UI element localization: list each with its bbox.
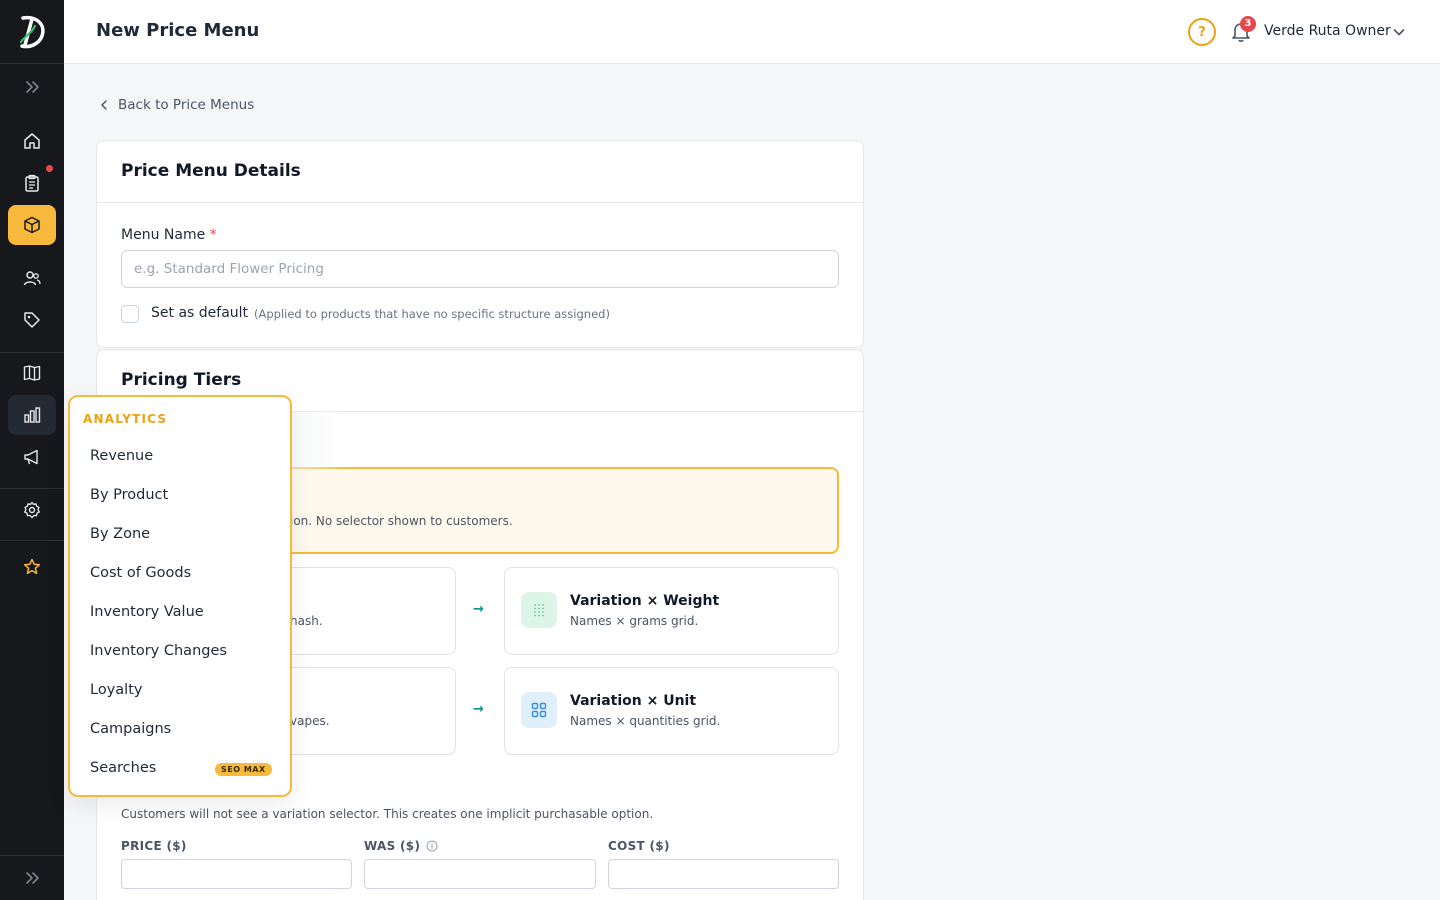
star-icon xyxy=(23,558,41,575)
tier-option-title: Variation × Unit xyxy=(570,693,697,709)
back-link-label: Back to Price Menus xyxy=(118,97,255,113)
users-icon xyxy=(23,271,41,286)
grid-squares-icon xyxy=(521,692,557,728)
menu-name-input[interactable] xyxy=(121,250,839,288)
book-icon xyxy=(23,365,41,381)
popover-shadow xyxy=(291,411,351,471)
menu-name-label: Menu Name * xyxy=(121,227,217,243)
gear-icon xyxy=(24,501,40,519)
sidebar-item-products[interactable] xyxy=(8,205,56,245)
was-label: WAS ($) xyxy=(364,839,438,853)
sidebar-item-discounts[interactable] xyxy=(8,300,56,340)
card-title: Pricing Tiers xyxy=(121,370,242,390)
analytics-flyout-menu: ANALYTICS Revenue By Product By Zone Cos… xyxy=(68,395,292,797)
sidebar-item-catalog[interactable] xyxy=(8,353,56,393)
clipboard-icon xyxy=(25,174,39,192)
sidebar-item-favorites[interactable] xyxy=(8,547,56,587)
analytics-menu-item-searches[interactable]: Searches xyxy=(90,760,156,776)
tier-option-desc: Names × quantities grid. xyxy=(570,714,721,728)
app-logo[interactable] xyxy=(16,14,48,50)
sidebar-divider xyxy=(0,63,64,64)
seo-max-badge: SEO MAX xyxy=(215,763,272,776)
notification-count-badge: 3 xyxy=(1240,16,1256,32)
card-title: Price Menu Details xyxy=(121,161,301,181)
arrow-right-icon: → xyxy=(473,702,484,717)
card-divider xyxy=(97,202,863,203)
tier-option-desc: Names × grams grid. xyxy=(570,614,699,628)
tier-option-desc: hash. xyxy=(290,614,323,628)
price-label: PRICE ($) xyxy=(121,839,187,853)
analytics-menu-item-inventory-value[interactable]: Inventory Value xyxy=(90,604,204,620)
sidebar-item-settings[interactable] xyxy=(8,490,56,530)
tag-icon xyxy=(24,312,40,328)
analytics-menu-item-revenue[interactable]: Revenue xyxy=(90,448,153,464)
sidebar-item-home[interactable] xyxy=(8,121,56,161)
set-as-default-hint: (Applied to products that have no specif… xyxy=(254,307,610,321)
was-price-input[interactable] xyxy=(364,859,596,889)
analytics-menu-item-cost-of-goods[interactable]: Cost of Goods xyxy=(90,565,191,581)
box-icon xyxy=(24,216,40,234)
megaphone-icon xyxy=(24,449,38,465)
chevron-left-icon xyxy=(101,100,107,110)
sidebar-divider xyxy=(0,540,64,541)
analytics-menu-item-by-zone[interactable]: By Zone xyxy=(90,526,150,542)
expand-sidebar-icon[interactable] xyxy=(22,77,42,97)
arrow-right-icon: → xyxy=(473,602,484,617)
sidebar-divider xyxy=(0,488,64,489)
set-as-default-label[interactable]: Set as default xyxy=(151,305,248,321)
page-title: New Price Menu xyxy=(96,20,260,41)
info-icon[interactable] xyxy=(426,840,438,852)
set-as-default-checkbox[interactable] xyxy=(121,305,139,323)
question-icon: ? xyxy=(1198,24,1206,40)
help-button[interactable]: ? xyxy=(1188,18,1216,46)
no-selector-note: Customers will not see a variation selec… xyxy=(121,807,654,821)
bar-chart-icon xyxy=(24,407,41,423)
sidebar-item-marketing[interactable] xyxy=(8,437,56,477)
flyout-header: ANALYTICS xyxy=(83,412,168,426)
collapse-sidebar-icon[interactable] xyxy=(22,868,42,888)
analytics-menu-item-campaigns[interactable]: Campaigns xyxy=(90,721,171,737)
sidebar-divider xyxy=(0,855,64,856)
grid-dots-icon xyxy=(521,592,557,628)
tier-option-title: Variation × Weight xyxy=(570,593,720,609)
price-input[interactable] xyxy=(121,859,352,889)
required-mark: * xyxy=(209,227,217,243)
chevron-down-icon[interactable] xyxy=(1392,24,1406,38)
tier-option-desc: vapes. xyxy=(290,714,330,728)
analytics-menu-item-inventory-changes[interactable]: Inventory Changes xyxy=(90,643,227,659)
back-to-price-menus-link[interactable]: Back to Price Menus xyxy=(98,97,254,113)
cost-label: COST ($) xyxy=(608,839,670,853)
analytics-menu-item-by-product[interactable]: By Product xyxy=(90,487,168,503)
sidebar-item-analytics[interactable] xyxy=(8,395,56,435)
top-header: New Price Menu ? 3 Verde Ruta Owner xyxy=(64,0,1440,64)
sidebar xyxy=(0,0,64,900)
cost-input[interactable] xyxy=(608,859,839,889)
analytics-menu-item-loyalty[interactable]: Loyalty xyxy=(90,682,142,698)
user-menu-name[interactable]: Verde Ruta Owner xyxy=(1264,23,1391,39)
orders-notification-dot xyxy=(46,165,53,172)
home-icon xyxy=(24,133,40,149)
sidebar-item-customers[interactable] xyxy=(8,258,56,298)
tier-option-desc: ion. No selector shown to customers. xyxy=(290,514,513,528)
